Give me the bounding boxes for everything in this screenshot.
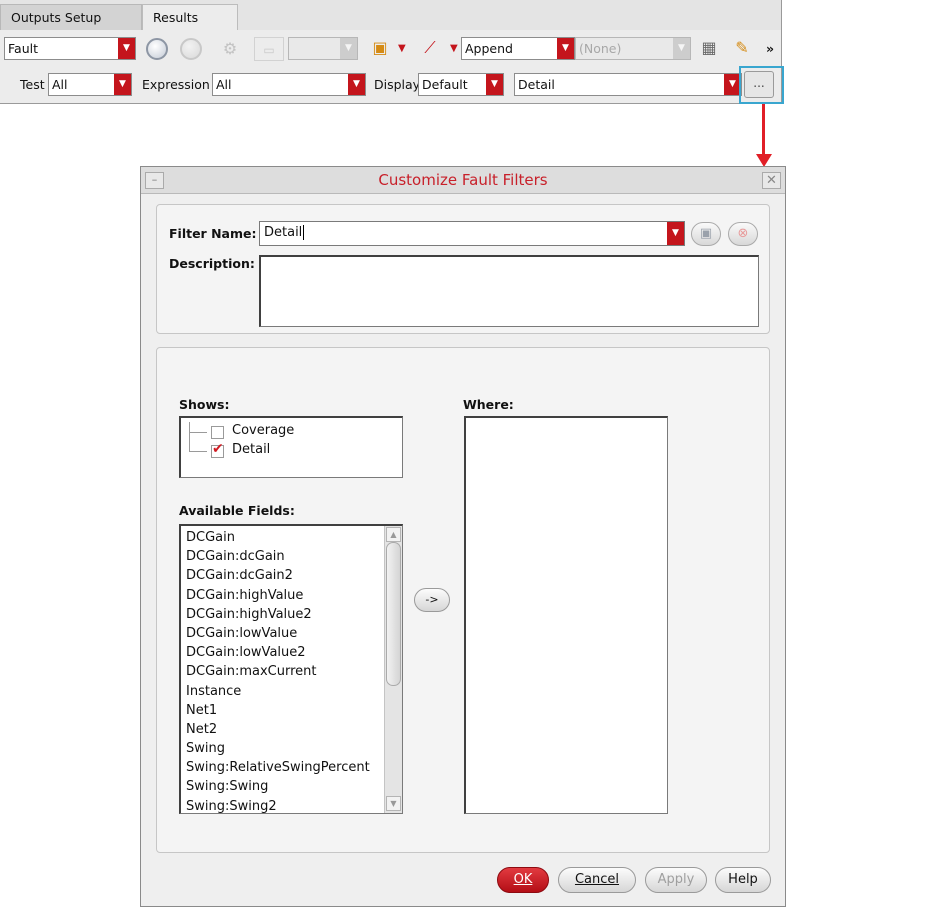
tab-bar: Outputs Setup Results bbox=[0, 0, 782, 30]
chevron-down-icon[interactable]: ▼ bbox=[398, 43, 406, 54]
none-select-value: (None) bbox=[579, 41, 622, 56]
help-button[interactable]: Help bbox=[715, 867, 771, 893]
vertical-scrollbar[interactable]: ▲ ▼ bbox=[384, 526, 402, 813]
highlight-box bbox=[739, 66, 784, 104]
list-item[interactable]: DCGain:dcGain bbox=[184, 547, 384, 566]
list-item[interactable]: Swing:Swing2 bbox=[184, 797, 384, 813]
callout-arrow-line bbox=[762, 104, 765, 156]
plot-mode-select[interactable]: Append ▼ bbox=[461, 37, 575, 60]
expression-select[interactable]: All ▼ bbox=[212, 73, 366, 96]
fault-filter-value: Detail bbox=[518, 77, 555, 92]
results-toolbar: Fault ▼ ⚙ ▭ ▼ ▣ ▼ ⟋ ▼ Append ▼ (None) ▼ … bbox=[0, 30, 782, 66]
plot-icon[interactable]: ⟋ bbox=[418, 36, 442, 60]
ok-button[interactable]: OK bbox=[497, 867, 549, 893]
scroll-up-icon[interactable]: ▲ bbox=[386, 527, 401, 542]
description-field[interactable] bbox=[259, 255, 759, 327]
list-item[interactable]: Swing bbox=[184, 739, 384, 758]
available-fields-list[interactable]: DCGain DCGain:dcGain DCGain:dcGain2 DCGain:… bbox=[179, 524, 403, 814]
plot-mode-value: Append bbox=[465, 41, 513, 56]
tree-line bbox=[189, 422, 190, 452]
expression-label: Expression bbox=[142, 77, 210, 92]
filter-name-field[interactable]: Detail ▼ bbox=[259, 221, 685, 246]
list-item[interactable]: Swing:Swing bbox=[184, 777, 384, 796]
chevron-down-icon[interactable]: ▼ bbox=[667, 222, 684, 245]
customize-fault-filters-dialog: – Customize Fault Filters ✕ Filter Name:… bbox=[140, 166, 786, 907]
list-item[interactable]: DCGain:highValue2 bbox=[184, 605, 384, 624]
spreadsheet-icon[interactable]: ▦ bbox=[697, 36, 721, 60]
filter-name-label: Filter Name: bbox=[169, 226, 257, 241]
available-fields-label: Available Fields: bbox=[179, 503, 295, 518]
description-label: Description: bbox=[169, 256, 255, 271]
tab-outputs-setup[interactable]: Outputs Setup bbox=[0, 4, 142, 30]
dialog-titlebar[interactable]: – Customize Fault Filters ✕ bbox=[141, 167, 785, 194]
scroll-down-icon[interactable]: ▼ bbox=[386, 796, 401, 811]
table-disabled-icon[interactable]: ▭ bbox=[254, 37, 284, 61]
refresh-icon[interactable] bbox=[146, 38, 168, 60]
chevron-down-icon: ▼ bbox=[340, 38, 357, 59]
filter-config-panel: Shows: Coverage Detail Available Fields:… bbox=[156, 347, 770, 853]
list-item[interactable]: Net1 bbox=[184, 701, 384, 720]
chevron-down-icon: ▼ bbox=[673, 38, 690, 59]
available-fields-items: DCGain DCGain:dcGain DCGain:dcGain2 DCGain:… bbox=[184, 528, 384, 813]
list-item[interactable]: DCGain bbox=[184, 528, 384, 547]
filter-toolbar: Test All ▼ Expression All ▼ Display Defa… bbox=[0, 66, 782, 104]
coverage-checkbox[interactable] bbox=[211, 426, 224, 439]
chevron-down-icon: ▼ bbox=[348, 74, 365, 95]
dialog-title: Customize Fault Filters bbox=[378, 171, 548, 189]
chevron-down-icon: ▼ bbox=[557, 38, 574, 59]
expression-select-value: All bbox=[216, 77, 232, 92]
chevron-down-icon: ▼ bbox=[486, 74, 503, 95]
scroll-thumb[interactable] bbox=[386, 542, 401, 686]
fault-filter-select[interactable]: Detail ▼ bbox=[514, 73, 742, 96]
detail-checkbox[interactable] bbox=[211, 441, 224, 458]
chevron-down-icon: ▼ bbox=[118, 38, 135, 59]
add-field-button[interactable]: -> bbox=[414, 588, 450, 612]
list-item[interactable]: Net2 bbox=[184, 720, 384, 739]
display-select-value: Default bbox=[422, 77, 468, 92]
cancel-button[interactable]: Cancel bbox=[558, 867, 636, 893]
shows-tree: Coverage Detail bbox=[179, 416, 403, 478]
test-select-value: All bbox=[52, 77, 68, 92]
shows-label: Shows: bbox=[179, 397, 230, 412]
mode-select[interactable]: Fault ▼ bbox=[4, 37, 136, 60]
history-select[interactable]: ▼ bbox=[288, 37, 358, 60]
list-item[interactable]: DCGain:lowValue2 bbox=[184, 643, 384, 662]
forward-icon[interactable] bbox=[180, 38, 202, 60]
tab-results[interactable]: Results bbox=[142, 4, 238, 30]
display-select[interactable]: Default ▼ bbox=[418, 73, 504, 96]
coverage-label: Coverage bbox=[232, 423, 295, 438]
none-select[interactable]: (None) ▼ bbox=[575, 37, 691, 60]
list-item[interactable]: DCGain:highValue bbox=[184, 586, 384, 605]
mode-select-value: Fault bbox=[8, 41, 38, 56]
where-list[interactable] bbox=[464, 416, 668, 814]
delete-filter-button[interactable]: ⊗ bbox=[728, 222, 758, 246]
list-item[interactable]: Swing:RelativeSwingPercent bbox=[184, 758, 384, 777]
chevron-down-icon[interactable]: ▼ bbox=[450, 43, 458, 54]
open-data-icon[interactable]: ▣ bbox=[368, 36, 392, 60]
settings-disabled-icon[interactable]: ⚙ bbox=[218, 37, 242, 61]
save-filter-button[interactable]: ▣ bbox=[691, 222, 721, 246]
where-label: Where: bbox=[463, 397, 514, 412]
display-label: Display bbox=[374, 77, 421, 92]
apply-button[interactable]: Apply bbox=[645, 867, 707, 893]
tree-line bbox=[189, 432, 207, 433]
filter-info-panel: Filter Name: Detail ▼ ▣ ⊗ Description: bbox=[156, 204, 770, 334]
edit-note-icon[interactable]: ✎ bbox=[730, 36, 754, 60]
detail-label: Detail bbox=[232, 442, 271, 457]
list-item[interactable]: DCGain:lowValue bbox=[184, 624, 384, 643]
test-select[interactable]: All ▼ bbox=[48, 73, 132, 96]
overflow-icon[interactable]: » bbox=[766, 37, 774, 60]
test-label: Test bbox=[20, 77, 45, 92]
filter-name-value: Detail bbox=[264, 225, 305, 240]
tree-line bbox=[189, 451, 207, 452]
list-item[interactable]: Instance bbox=[184, 682, 384, 701]
close-icon[interactable]: ✕ bbox=[762, 172, 781, 189]
chevron-down-icon: ▼ bbox=[114, 74, 131, 95]
list-item[interactable]: DCGain:maxCurrent bbox=[184, 662, 384, 681]
list-item[interactable]: DCGain:dcGain2 bbox=[184, 566, 384, 585]
cancel-label: Cancel bbox=[574, 872, 620, 887]
